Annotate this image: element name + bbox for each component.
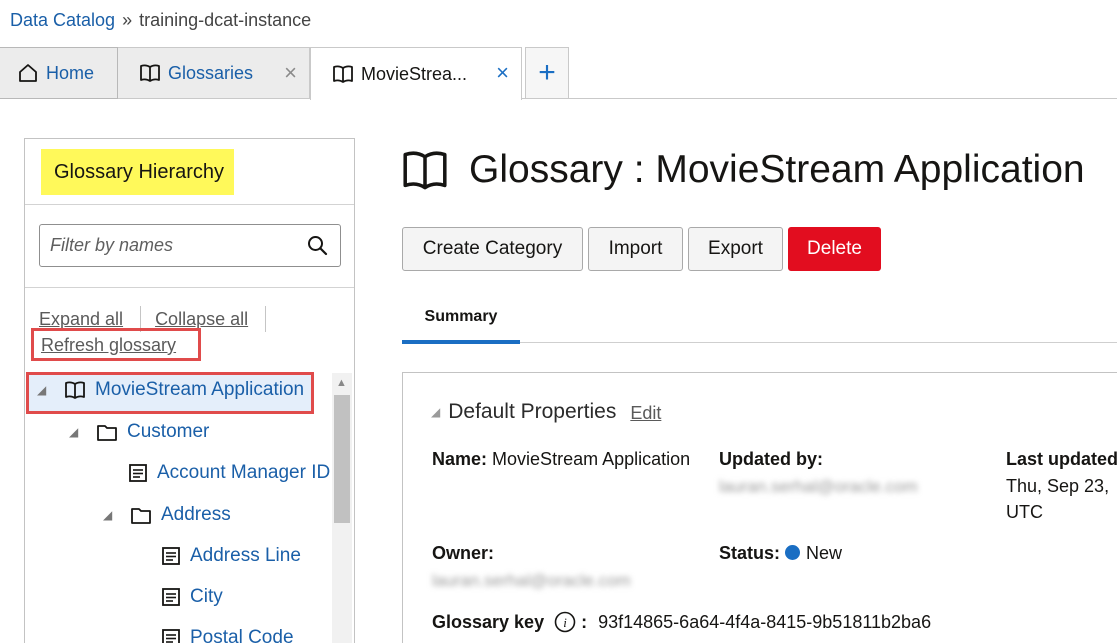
tab-glossaries-label: Glossaries <box>168 62 254 83</box>
tree-item-label: Postal Code <box>190 627 294 643</box>
svg-text:i: i <box>563 615 567 630</box>
status-value: New <box>806 543 843 563</box>
scroll-up-arrow-icon[interactable]: ▲ <box>336 377 347 389</box>
filter-field[interactable] <box>39 224 341 267</box>
export-button[interactable]: Export <box>688 227 783 271</box>
tree-item-label: MovieStream Application <box>95 379 305 400</box>
section-header: ◢ Default Properties Edit <box>431 400 661 424</box>
collapse-triangle-icon[interactable]: ◢ <box>431 405 440 419</box>
tree-item-label: Account Manager ID <box>157 462 331 483</box>
info-icon[interactable]: i <box>554 611 576 633</box>
field-label: Last updated <box>1006 449 1117 469</box>
delete-button[interactable]: Delete <box>788 227 881 271</box>
field-value: 93f14865-6a64-4f4a-8415-9b51811b2ba6 <box>598 612 932 632</box>
status-dot-icon <box>785 545 801 560</box>
create-category-button[interactable]: Create Category <box>402 227 583 271</box>
field-value: MovieStream Application <box>492 449 691 469</box>
collapse-triangle-icon[interactable]: ◢ <box>37 383 51 397</box>
home-icon <box>18 63 38 83</box>
updated-by-value: lauran.serhal@oracle.com <box>719 477 918 496</box>
term-icon <box>162 547 180 565</box>
book-icon <box>140 64 160 82</box>
field-label: Name: <box>432 449 488 469</box>
panel-title: Glossary Hierarchy <box>41 149 235 195</box>
refresh-glossary-link[interactable]: Refresh glossary <box>41 335 176 355</box>
tree-item-address[interactable]: ◢ Address <box>103 504 231 526</box>
default-properties-card: ◢ Default Properties Edit Name: MovieStr… <box>402 372 1117 643</box>
tree-item-postal-code[interactable]: Postal Code <box>162 627 294 643</box>
panel-header: Glossary Hierarchy <box>25 139 354 205</box>
action-toolbar: Create Category Import Export Delete <box>402 227 886 271</box>
tree-item-customer[interactable]: ◢ Customer <box>69 421 209 443</box>
breadcrumb-current: training-dcat-instance <box>139 10 312 30</box>
field-label: Owner: <box>432 543 495 563</box>
expand-all-link[interactable]: Expand all <box>39 309 123 330</box>
tree-item-account-manager-id[interactable]: Account Manager ID <box>129 462 330 484</box>
add-tab-button[interactable]: + <box>525 47 569 99</box>
tab-glossaries[interactable]: Glossaries × <box>118 47 310 99</box>
owner-field: Owner: <box>432 543 494 564</box>
book-icon <box>403 150 447 190</box>
book-icon <box>65 381 85 399</box>
term-icon <box>129 464 147 482</box>
breadcrumb-data-catalog-link[interactable]: Data Catalog <box>10 10 115 31</box>
search-icon[interactable] <box>307 235 328 261</box>
tree-item-label: Customer <box>127 421 210 442</box>
field-label: Status: <box>719 543 781 563</box>
tree-item-city[interactable]: City <box>162 586 223 608</box>
last-updated-value-line2: UTC <box>1006 502 1043 522</box>
tab-summary[interactable]: Summary <box>402 298 520 344</box>
tab-moviestream[interactable]: MovieStrea... × <box>310 47 522 100</box>
tab-home-label: Home <box>46 62 95 83</box>
breadcrumb-separator: » <box>122 10 133 30</box>
tree-item-label: Address <box>161 504 231 525</box>
tree-item-label: City <box>190 586 223 607</box>
field-label: Updated by: <box>719 449 824 469</box>
divider <box>265 306 267 332</box>
section-title: Default Properties <box>448 400 617 423</box>
collapse-triangle-icon[interactable]: ◢ <box>69 425 83 439</box>
scrollbar-thumb[interactable] <box>334 395 350 523</box>
close-icon[interactable]: × <box>284 62 297 84</box>
field-colon: : <box>581 612 588 632</box>
breadcrumb: Data Catalog » training-dcat-instance <box>10 10 311 31</box>
tab-home[interactable]: Home <box>0 47 118 99</box>
updated-by-field: Updated by: <box>719 449 823 470</box>
glossary-hierarchy-panel: Glossary Hierarchy Expand all Collapse a… <box>24 138 355 643</box>
field-label: Glossary key <box>432 612 545 632</box>
name-field: Name: MovieStream Application <box>432 449 690 470</box>
panel-divider <box>25 287 354 288</box>
tree-item-moviestream-application[interactable]: ◢ MovieStream Application <box>37 379 304 401</box>
book-icon <box>333 65 353 83</box>
last-updated-value-line1: Thu, Sep 23, <box>1006 476 1110 496</box>
last-updated-field: Last updated <box>1006 449 1117 470</box>
folder-icon <box>97 424 117 441</box>
tab-moviestream-label: MovieStrea... <box>361 63 468 84</box>
detail-tabs: Summary <box>402 298 1117 344</box>
tree-item-address-line[interactable]: Address Line <box>162 545 301 567</box>
owner-value: lauran.serhal@oracle.com <box>432 571 631 590</box>
folder-icon <box>131 507 151 524</box>
term-icon <box>162 588 180 606</box>
tree-scrollbar[interactable]: ▲ <box>332 373 352 643</box>
page-title: Glossary : MovieStream Application <box>403 148 1085 192</box>
term-icon <box>162 629 180 643</box>
status-field: Status: New <box>719 543 842 564</box>
collapse-all-link[interactable]: Collapse all <box>155 309 248 330</box>
close-icon[interactable]: × <box>496 62 509 84</box>
filter-input[interactable] <box>40 225 300 266</box>
page-title-text: Glossary : MovieStream Application <box>469 148 1085 191</box>
edit-link[interactable]: Edit <box>630 403 661 424</box>
refresh-glossary-callout: Refresh glossary <box>31 328 201 361</box>
glossary-key-field: Glossary key i : 93f14865-6a64-4f4a-8415… <box>432 611 931 633</box>
collapse-triangle-icon[interactable]: ◢ <box>103 508 117 522</box>
import-button[interactable]: Import <box>588 227 683 271</box>
tab-bar: Home Glossaries × MovieStrea... × + <box>0 47 1117 100</box>
tree-item-label: Address Line <box>190 545 301 566</box>
